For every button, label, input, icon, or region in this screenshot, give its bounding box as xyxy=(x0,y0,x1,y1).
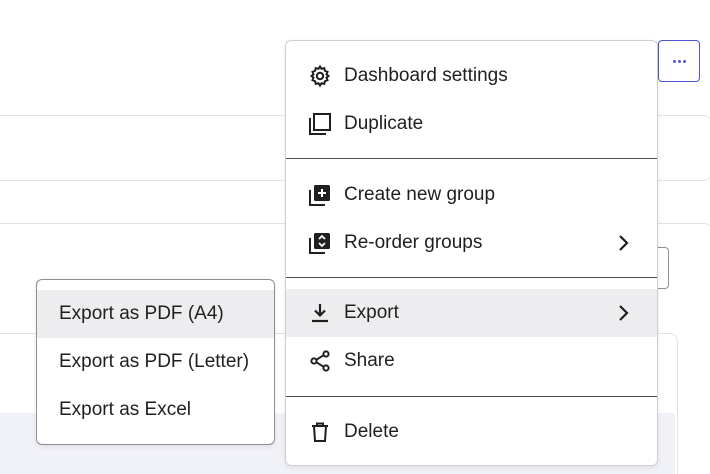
ellipsis-icon xyxy=(672,59,686,63)
menu-divider xyxy=(286,277,657,278)
app-stage: Dashboard settings Duplicate Create new … xyxy=(0,0,710,474)
submenu-item-export-pdf-a4[interactable]: Export as PDF (A4) xyxy=(37,290,274,338)
download-icon xyxy=(307,301,333,325)
share-icon xyxy=(307,349,333,373)
trash-icon xyxy=(307,420,333,444)
chevron-right-icon xyxy=(613,233,633,253)
more-options-button[interactable] xyxy=(658,40,700,82)
menu-item-export[interactable]: Export xyxy=(286,289,657,337)
menu-item-dashboard-settings[interactable]: Dashboard settings xyxy=(286,52,657,100)
submenu-item-label: Export as PDF (A4) xyxy=(59,303,224,324)
submenu-item-export-pdf-letter[interactable]: Export as PDF (Letter) xyxy=(37,338,274,386)
menu-item-duplicate[interactable]: Duplicate xyxy=(286,100,657,148)
menu-item-label: Create new group xyxy=(344,184,496,205)
menu-item-label: Duplicate xyxy=(344,113,424,134)
menu-item-share[interactable]: Share xyxy=(286,337,657,385)
menu-item-reorder-groups[interactable]: Re-order groups xyxy=(286,219,657,267)
menu-item-delete[interactable]: Delete xyxy=(286,408,657,456)
menu-item-label: Export xyxy=(344,302,399,323)
duplicate-icon xyxy=(307,112,333,136)
add-group-icon xyxy=(307,183,333,207)
chevron-right-icon xyxy=(613,303,633,323)
reorder-groups-icon xyxy=(307,231,333,255)
submenu-item-label: Export as PDF (Letter) xyxy=(59,351,250,372)
submenu-item-label: Export as Excel xyxy=(59,399,191,420)
menu-item-create-new-group[interactable]: Create new group xyxy=(286,171,657,219)
submenu-item-export-excel[interactable]: Export as Excel xyxy=(37,386,274,434)
menu-divider xyxy=(286,396,657,397)
dashboard-actions-menu: Dashboard settings Duplicate Create new … xyxy=(285,40,658,466)
gear-icon xyxy=(307,64,333,88)
menu-item-label: Dashboard settings xyxy=(344,65,508,86)
menu-item-label: Delete xyxy=(344,421,399,442)
menu-item-label: Re-order groups xyxy=(344,232,483,253)
export-submenu: Export as PDF (A4) Export as PDF (Letter… xyxy=(36,279,275,445)
menu-divider xyxy=(286,158,657,159)
menu-item-label: Share xyxy=(344,350,395,371)
